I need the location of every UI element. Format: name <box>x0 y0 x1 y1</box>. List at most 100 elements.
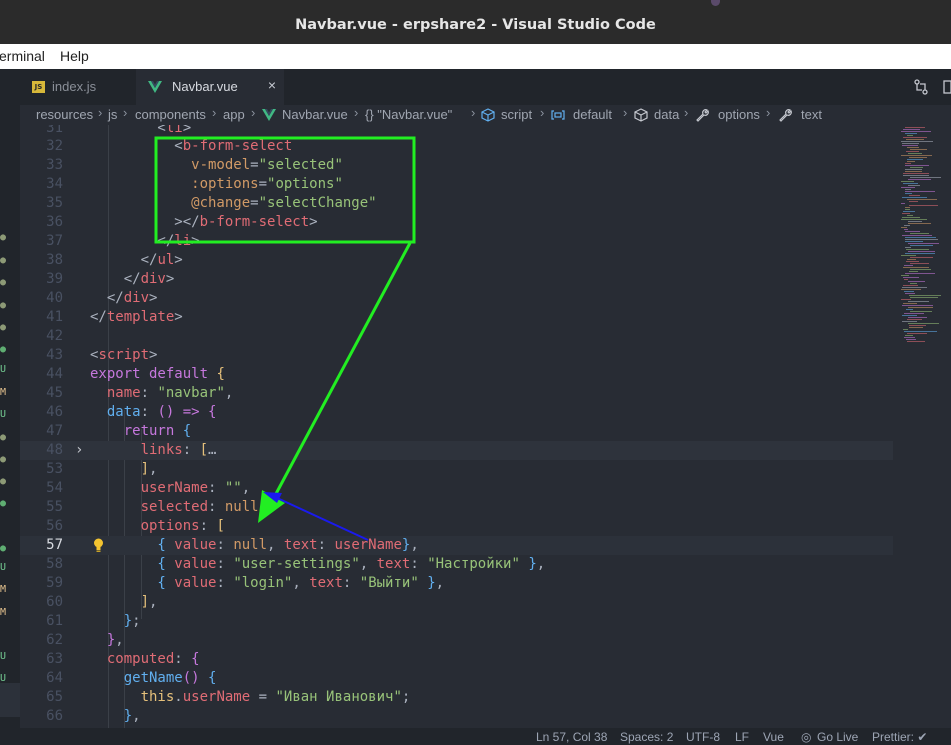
breadcrumb-item[interactable]: default <box>573 107 612 122</box>
code-text: name: "navbar", <box>90 385 234 401</box>
code-text: links: [… <box>90 442 217 458</box>
breadcrumb-item[interactable]: options <box>718 107 760 122</box>
code-line[interactable]: 53 ], <box>20 460 893 479</box>
code-text: ></b-form-select> <box>90 214 318 230</box>
minimap-line <box>908 301 929 302</box>
prettier-status[interactable]: Prettier: ✔ <box>872 730 927 744</box>
code-text: </ul> <box>90 252 183 268</box>
menu-help[interactable]: Help <box>60 48 89 64</box>
breadcrumb-item[interactable]: data <box>654 107 679 122</box>
code-line[interactable]: 38 </ul> <box>20 251 893 270</box>
code-editor[interactable]: 31 <li> 32 <b-form-select 33 v-model="se… <box>20 125 893 728</box>
tab-navbar-vue[interactable]: Navbar.vue × <box>136 69 284 105</box>
minimap[interactable] <box>893 125 951 728</box>
breadcrumb-item[interactable]: components <box>135 107 206 122</box>
broadcast-icon: ◎ <box>801 730 812 744</box>
menu-terminal[interactable]: erminal <box>0 48 45 64</box>
code-text: ], <box>90 594 158 610</box>
minimap-line <box>909 201 918 202</box>
code-text: :options="options" <box>90 176 343 192</box>
code-line[interactable]: 65 this.userName = "Иван Иванович"; <box>20 688 893 707</box>
tab-index-js[interactable]: JS index.js <box>20 69 135 105</box>
activity-selected-item[interactable] <box>0 683 20 717</box>
minimap-line <box>903 267 929 268</box>
minimap-line <box>906 309 913 310</box>
code-line[interactable]: 37 </li> <box>20 232 893 251</box>
code-text: userName: "", <box>90 480 251 496</box>
breadcrumb-item[interactable]: text <box>801 107 822 122</box>
minimap-line <box>905 335 913 336</box>
code-line[interactable]: 41 </template> <box>20 308 893 327</box>
minimap-line <box>903 175 929 176</box>
cursor-position[interactable]: Ln 57, Col 38 <box>536 730 607 744</box>
code-line[interactable]: 59 { value: "login", text: "Выйти" }, <box>20 574 893 593</box>
code-text: { value: "login", text: "Выйти" }, <box>90 575 445 591</box>
code-line[interactable]: 64 getName() { <box>20 669 893 688</box>
breadcrumb-item[interactable]: script <box>501 107 532 122</box>
close-icon[interactable]: × <box>268 77 276 93</box>
language-mode[interactable]: Vue <box>763 730 784 744</box>
minimap-line <box>908 323 939 324</box>
encoding-setting[interactable]: UTF-8 <box>686 730 720 744</box>
fold-chevron-icon[interactable]: › <box>75 441 83 460</box>
code-line[interactable]: 55 selected: null, <box>20 498 893 517</box>
code-line[interactable]: 66 }, <box>20 707 893 726</box>
minimap-line <box>901 141 933 142</box>
code-line[interactable]: 60 ], <box>20 593 893 612</box>
minimap-line <box>909 271 918 272</box>
code-text: ], <box>90 461 158 477</box>
line-number: 47 <box>46 423 63 439</box>
minimap-line <box>905 207 910 208</box>
code-line[interactable]: 43 <script> <box>20 346 893 365</box>
minimap-line <box>901 289 921 290</box>
code-line[interactable]: 33 v-model="selected" <box>20 156 893 175</box>
indentation-setting[interactable]: Spaces: 2 <box>620 730 673 744</box>
breadcrumb-item[interactable]: js <box>108 107 117 122</box>
code-line[interactable]: 45 name: "navbar", <box>20 384 893 403</box>
code-line[interactable]: 32 <b-form-select <box>20 137 893 156</box>
code-line[interactable]: 42 <box>20 327 893 346</box>
code-line[interactable]: 58 { value: "user-settings", text: "Наст… <box>20 555 893 574</box>
minimap-line <box>902 315 917 316</box>
line-number: 33 <box>46 157 63 173</box>
go-live-button[interactable]: Go Live <box>817 730 858 744</box>
minimap-line <box>908 179 931 180</box>
eol-setting[interactable]: LF <box>735 730 749 744</box>
code-text: selected: null, <box>90 499 268 515</box>
split-editor-icon[interactable] <box>942 78 951 96</box>
code-line[interactable]: 40 </div> <box>20 289 893 308</box>
line-number: 41 <box>46 309 63 325</box>
line-number: 48 <box>46 442 63 458</box>
code-text: }, <box>90 708 141 724</box>
code-line[interactable]: 34 :options="options" <box>20 175 893 194</box>
code-line[interactable]: 36 ></b-form-select> <box>20 213 893 232</box>
minimap-line <box>902 321 917 322</box>
code-line[interactable]: 47 return { <box>20 422 893 441</box>
breadcrumb-item[interactable]: resources <box>36 107 93 122</box>
code-line[interactable]: 46 data: () => { <box>20 403 893 422</box>
code-text: <script> <box>90 347 158 363</box>
code-line[interactable]: 39 </div> <box>20 270 893 289</box>
code-text: getName() { <box>90 670 217 686</box>
minimap-line <box>906 151 919 152</box>
minimap-line <box>905 163 911 164</box>
code-line[interactable]: 56 options: [ <box>20 517 893 536</box>
breadcrumb-item[interactable]: app <box>223 107 245 122</box>
code-line-current[interactable]: 57 { value: null, text: userName}, <box>20 536 893 555</box>
minimap-line <box>904 265 913 266</box>
line-number: 66 <box>46 708 63 724</box>
code-text: export default { <box>90 366 225 382</box>
minimap-line <box>904 313 924 314</box>
code-line[interactable]: 35 @change="selectChange" <box>20 194 893 213</box>
code-line[interactable]: 62 }, <box>20 631 893 650</box>
code-line[interactable]: 44 export default { <box>20 365 893 384</box>
breadcrumb-item[interactable]: {} "Navbar.vue" <box>365 107 452 122</box>
code-line[interactable]: 63 computed: { <box>20 650 893 669</box>
code-line-folded[interactable]: 48 › links: [… <box>20 441 893 460</box>
code-text: }, <box>90 632 124 648</box>
code-line[interactable]: 61 }; <box>20 612 893 631</box>
code-line[interactable]: 54 userName: "", <box>20 479 893 498</box>
chevron-right-icon: › <box>766 105 771 120</box>
breadcrumb-item[interactable]: Navbar.vue <box>282 107 348 122</box>
compare-changes-icon[interactable] <box>912 78 930 96</box>
